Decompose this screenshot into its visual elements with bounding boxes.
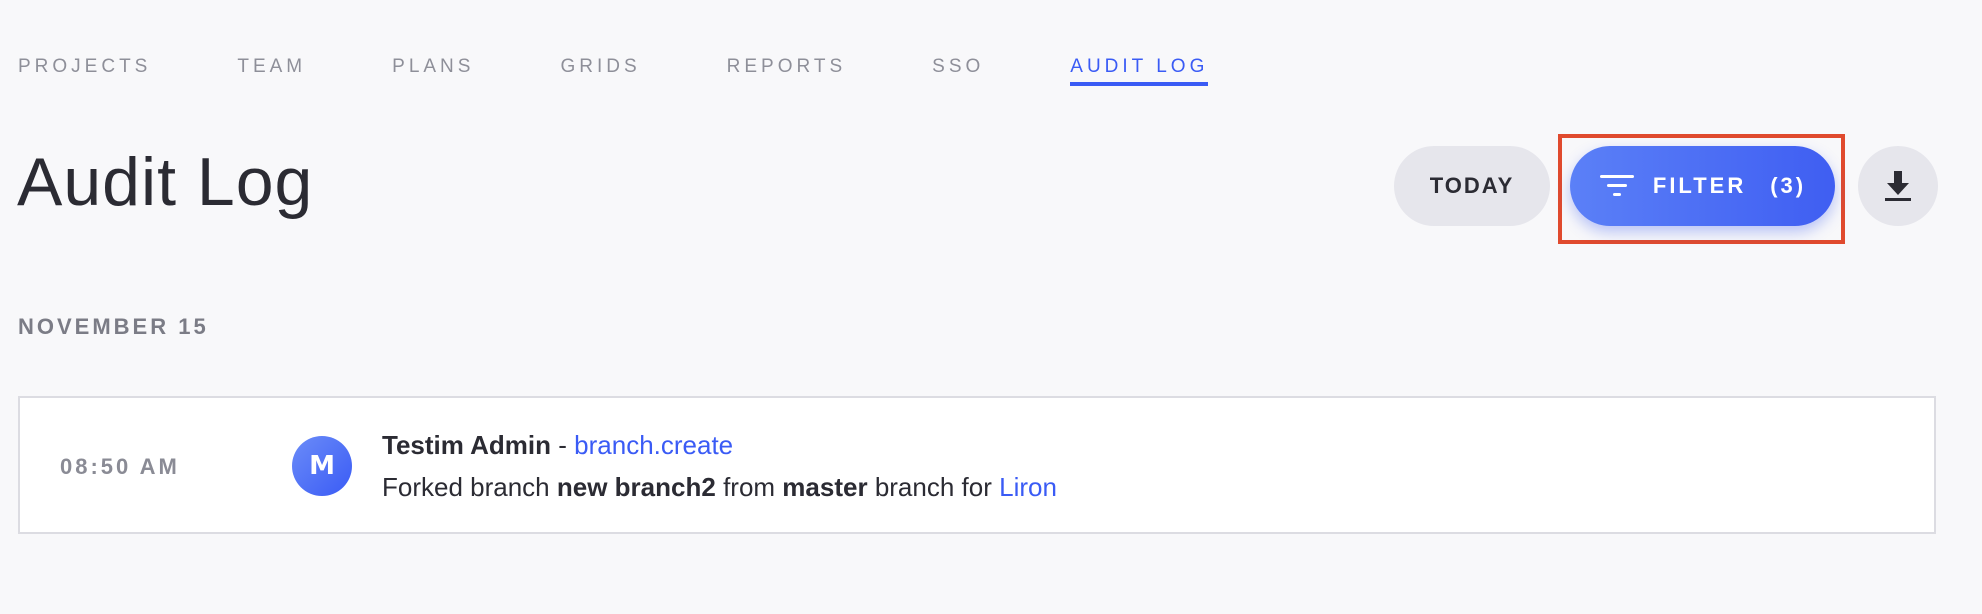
filter-count: (3) [1770, 173, 1807, 198]
avatar: M [292, 436, 352, 496]
log-entry: 08:50 AM M Testim Admin - branch.create … [18, 396, 1936, 534]
page-title: Audit Log [17, 144, 314, 220]
download-icon [1883, 169, 1913, 203]
message-from: from [723, 472, 776, 502]
entry-header: Testim Admin - branch.create [382, 430, 733, 461]
tab-reports[interactable]: REPORTS [727, 56, 847, 86]
tab-sso[interactable]: SSO [932, 56, 984, 86]
avatar-letter: M [309, 451, 335, 481]
entry-separator: - [558, 430, 567, 460]
target-user-link[interactable]: Liron [999, 472, 1057, 502]
download-button[interactable] [1858, 146, 1938, 226]
nav-tabs: PROJECTS TEAM PLANS GRIDS REPORTS SSO AU… [18, 56, 1209, 86]
tab-plans[interactable]: PLANS [392, 56, 474, 86]
filter-button[interactable]: FILTER (3) [1570, 146, 1835, 226]
entry-message: Forked branch new branch2 from master br… [382, 472, 1057, 503]
tab-audit-log[interactable]: AUDIT LOG [1070, 56, 1209, 86]
branch-name: new branch2 [556, 472, 716, 502]
date-heading: NOVEMBER 15 [18, 314, 209, 339]
tab-projects[interactable]: PROJECTS [18, 56, 151, 86]
tab-team[interactable]: TEAM [237, 56, 306, 86]
tab-grids[interactable]: GRIDS [560, 56, 640, 86]
entry-time: 08:50 AM [60, 454, 180, 479]
today-button[interactable]: TODAY [1394, 146, 1550, 226]
message-suffix: branch for [874, 472, 992, 502]
filter-label: FILTER [1652, 173, 1747, 198]
source-branch: master [782, 472, 868, 502]
filter-icon [1599, 172, 1635, 200]
entry-user: Testim Admin [382, 430, 552, 460]
entry-event-link[interactable]: branch.create [574, 430, 733, 460]
message-prefix: Forked branch [382, 472, 550, 502]
